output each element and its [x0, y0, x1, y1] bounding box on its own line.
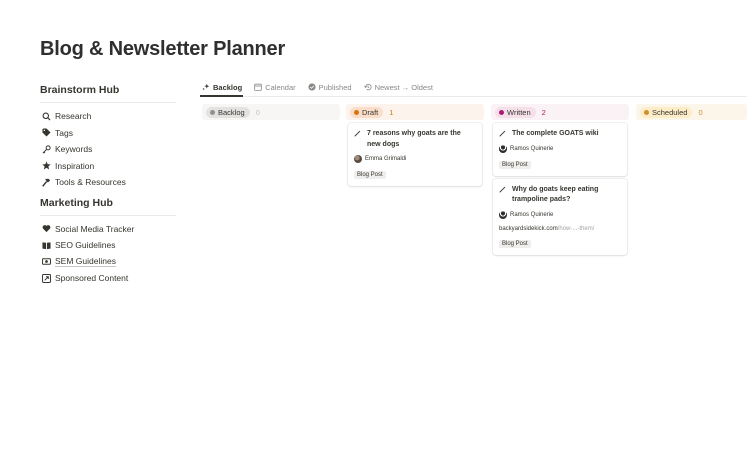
board-card[interactable]: 7 reasons why goats are the new dogs Emm…: [348, 123, 482, 186]
card-title-text: Why do goats keep eating trampoline pads…: [512, 185, 599, 204]
card-title-text: The complete GOATS wiki: [512, 130, 599, 137]
sidebar: Brainstorm Hub Research Tags Keywords In…: [40, 84, 176, 287]
sidebar-item-keywords[interactable]: Keywords: [40, 141, 176, 158]
sidebar-item-label: Tags: [55, 127, 73, 138]
heart-icon: [40, 223, 52, 235]
avatar: [499, 144, 507, 153]
calendar-icon: [253, 82, 263, 92]
card-author: Emma Grimaldi: [354, 155, 476, 163]
column-count: 1: [389, 107, 394, 117]
avatar: [354, 155, 362, 163]
pencil-icon: [354, 129, 364, 150]
search-icon: [40, 110, 52, 122]
status-badge: Backlog: [206, 106, 250, 118]
sidebar-item-tools-resources[interactable]: Tools & Resources: [40, 174, 176, 191]
card-title: 7 reasons why goats are the new dogs: [354, 129, 476, 150]
page-title: Blog & Newsletter Planner: [40, 38, 286, 60]
board-column-draft: Draft 1 7 reasons why goats are the new …: [346, 104, 484, 186]
check-circle-icon: [307, 82, 317, 92]
board-card[interactable]: Why do goats keep eating trampoline pads…: [493, 178, 627, 255]
sidebar-item-inspiration[interactable]: Inspiration: [40, 158, 176, 175]
card-title: The complete GOATS wiki: [499, 129, 621, 140]
sidebar-item-research[interactable]: Research: [40, 108, 176, 125]
type-tag: Blog Post: [499, 239, 531, 248]
status-label: Backlog: [218, 107, 245, 117]
book-icon: [40, 239, 52, 251]
card-url[interactable]: backyardsidekick.com/how-...-them/: [499, 226, 621, 232]
board-card[interactable]: The complete GOATS wiki Ramos Quinerie B…: [493, 123, 627, 176]
key-icon: [40, 143, 52, 155]
column-header[interactable]: Backlog 0: [202, 104, 340, 120]
tab-label: Published: [318, 82, 352, 92]
sidebar-item-seo-guidelines[interactable]: SEO Guidelines: [40, 237, 176, 254]
column-count: 2: [541, 107, 546, 117]
money-icon: [40, 256, 52, 268]
tab-calendar[interactable]: Calendar: [252, 79, 296, 95]
tab-label: Newest → Oldest: [374, 82, 433, 92]
tab-label: Backlog: [213, 82, 243, 92]
history-icon: [363, 82, 373, 92]
sidebar-item-label: Social Media Tracker: [55, 223, 135, 234]
column-header[interactable]: Written 2: [491, 104, 629, 120]
sidebar-item-label: Inspiration: [55, 160, 95, 171]
sidebar-item-label: Tools & Resources: [55, 177, 126, 188]
status-dot: [644, 109, 649, 115]
tab-newest-oldest[interactable]: Newest → Oldest: [362, 79, 434, 95]
tab-label: Calendar: [265, 82, 296, 92]
url-path: /how-...-them/: [557, 225, 595, 232]
board-column-backlog: Backlog 0: [202, 104, 340, 120]
column-count: 0: [255, 107, 260, 117]
sidebar-item-label: Sponsored Content: [55, 273, 129, 284]
star-icon: [40, 160, 52, 172]
column-header[interactable]: Scheduled 0: [636, 104, 747, 120]
sidebar-item-tags[interactable]: Tags: [40, 125, 176, 142]
status-dot: [210, 109, 215, 115]
sidebar-item-label: Keywords: [55, 144, 93, 155]
board-column-written: Written 2 The complete GOATS wiki Ramos …: [491, 104, 629, 255]
status-dot: [354, 109, 359, 115]
status-label: Scheduled: [652, 107, 688, 117]
sparkle-icon: [201, 82, 211, 92]
sidebar-item-label: SEM Guidelines: [55, 255, 116, 267]
status-badge: Written: [495, 106, 536, 118]
board-column-scheduled: Scheduled 0: [636, 104, 747, 120]
pencil-icon: [499, 129, 509, 140]
sidebar-item-label: Research: [55, 111, 92, 122]
pencil-icon: [499, 185, 509, 206]
tab-backlog[interactable]: Backlog: [200, 79, 244, 97]
avatar: [499, 210, 507, 219]
column-count: 0: [698, 107, 703, 117]
card-title-text: 7 reasons why goats are the new dogs: [367, 130, 461, 148]
hammer-icon: [40, 176, 52, 188]
url-domain: backyardsidekick.com: [499, 225, 558, 232]
status-label: Draft: [362, 107, 379, 117]
author-name: Ramos Quinerie: [510, 145, 554, 152]
status-badge: Scheduled: [640, 106, 693, 118]
sidebar-item-sponsored-content[interactable]: Sponsored Content: [40, 270, 176, 287]
card-author: Ramos Quinerie: [499, 210, 621, 219]
status-badge: Draft: [350, 106, 384, 118]
author-name: Emma Grimaldi: [365, 156, 407, 162]
status-label: Written: [507, 107, 531, 117]
type-tag: Blog Post: [499, 160, 531, 169]
status-dot: [499, 109, 504, 115]
brainstorm-hub-title: Brainstorm Hub: [40, 84, 176, 103]
type-tag: Blog Post: [354, 171, 386, 179]
card-author: Ramos Quinerie: [499, 144, 621, 153]
tab-published[interactable]: Published: [306, 79, 353, 95]
tag-icon: [40, 127, 52, 139]
marketing-hub-title: Marketing Hub: [40, 197, 176, 216]
sidebar-item-label: SEO Guidelines: [55, 240, 116, 251]
sidebar-item-social-media-tracker[interactable]: Social Media Tracker: [40, 221, 176, 238]
card-title: Why do goats keep eating trampoline pads…: [499, 185, 621, 206]
sidebar-item-sem-guidelines[interactable]: SEM Guidelines: [40, 254, 176, 271]
column-header[interactable]: Draft 1: [346, 104, 484, 120]
sponsored-icon: [40, 272, 52, 284]
author-name: Ramos Quinerie: [510, 211, 554, 218]
view-tabs: Backlog Calendar Published Newest → Olde…: [200, 79, 747, 97]
